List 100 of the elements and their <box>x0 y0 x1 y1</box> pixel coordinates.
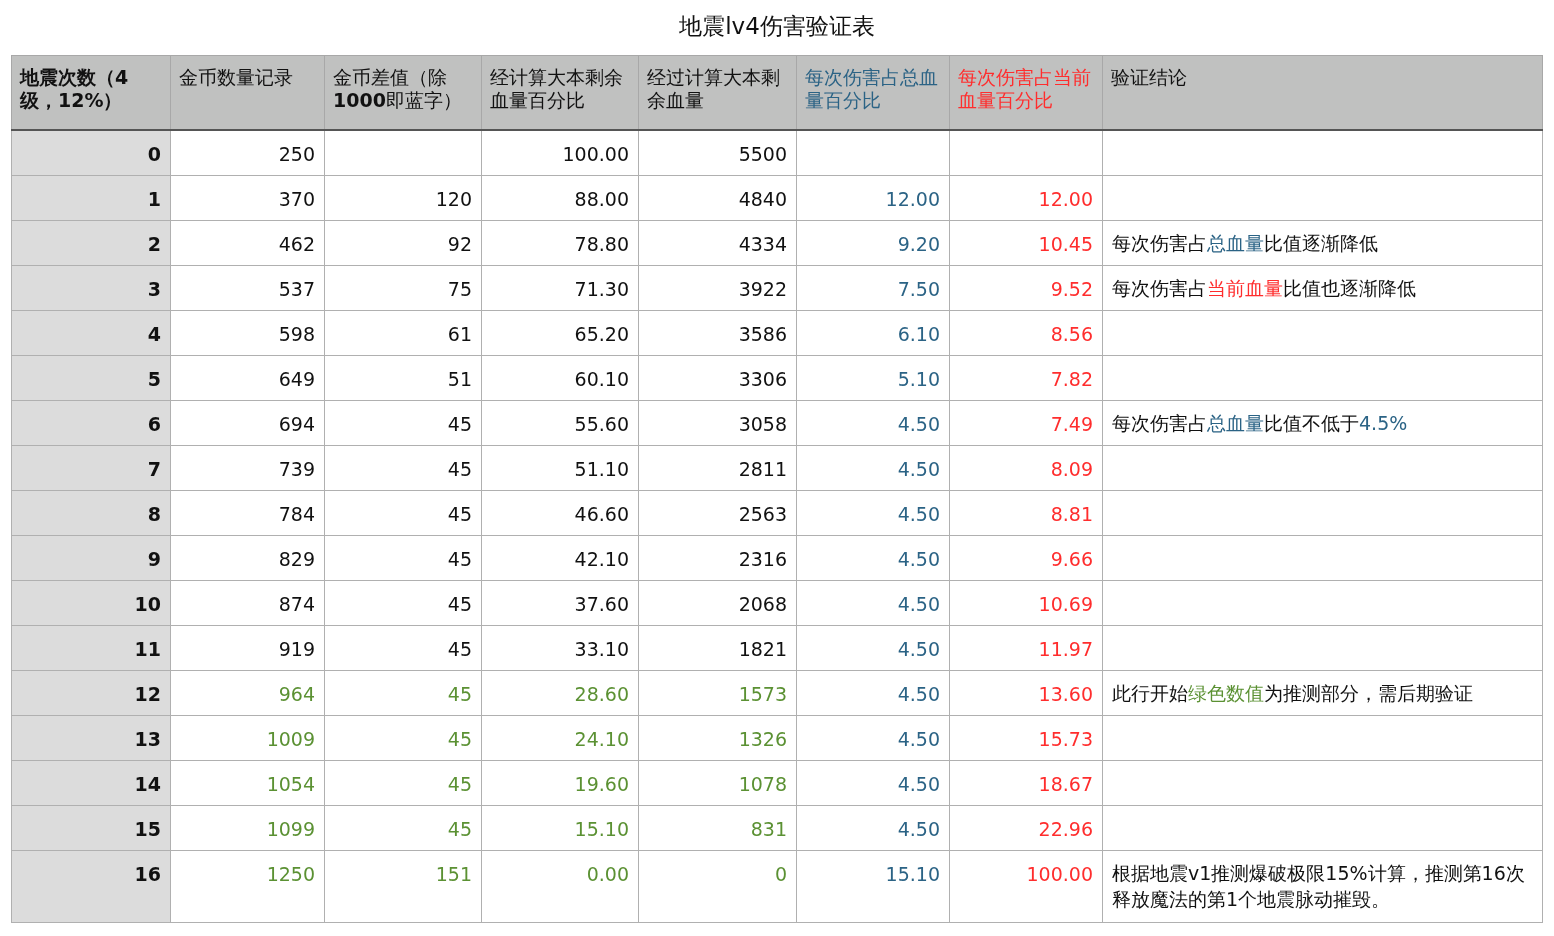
table-cell: 0.00 <box>481 850 639 922</box>
table-cell: 4.50 <box>796 670 950 715</box>
table-cell: 3058 <box>638 400 797 445</box>
table-cell: 2316 <box>638 535 797 580</box>
table-cell: 45 <box>324 490 482 535</box>
table-cell: 100.00 <box>481 130 639 175</box>
row-number: 15 <box>11 805 171 850</box>
table-cell: 4.50 <box>796 625 950 670</box>
table-cell: 120 <box>324 175 482 220</box>
table-cell: 1009 <box>170 715 325 760</box>
table-cell: 8.09 <box>949 445 1103 490</box>
table-cell: 19.60 <box>481 760 639 805</box>
table-cell: 2811 <box>638 445 797 490</box>
table-cell: 5.10 <box>796 355 950 400</box>
column-header: 每次伤害占当前血量百分比 <box>949 55 1103 130</box>
table-cell: 55.60 <box>481 400 639 445</box>
table-cell: 4.50 <box>796 535 950 580</box>
table-cell: 829 <box>170 535 325 580</box>
row-number: 7 <box>11 445 171 490</box>
table-cell: 15.10 <box>481 805 639 850</box>
table-cell: 13.60 <box>949 670 1103 715</box>
table-cell: 739 <box>170 445 325 490</box>
table-cell: 45 <box>324 670 482 715</box>
table-cell: 2068 <box>638 580 797 625</box>
table-cell: 1250 <box>170 850 325 922</box>
column-header: 经过计算大本剩余血量 <box>638 55 797 130</box>
table-title: 地震lv4伤害验证表 <box>678 12 876 41</box>
table-cell: 1078 <box>638 760 797 805</box>
table-cell: 45 <box>324 580 482 625</box>
table-cell: 28.60 <box>481 670 639 715</box>
table-cell: 2563 <box>638 490 797 535</box>
table-cell: 18.67 <box>949 760 1103 805</box>
column-header: 验证结论 <box>1102 55 1543 130</box>
table-cell: 92 <box>324 220 482 265</box>
table-cell: 370 <box>170 175 325 220</box>
conclusion-text: 此行开始绿色数值为推测部分，需后期验证 <box>1102 670 1543 715</box>
table-cell: 598 <box>170 310 325 355</box>
table-cell: 11.97 <box>949 625 1103 670</box>
table-cell: 7.50 <box>796 265 950 310</box>
row-number: 14 <box>11 760 171 805</box>
table-cell: 784 <box>170 490 325 535</box>
table-cell: 1821 <box>638 625 797 670</box>
table-cell: 0 <box>638 850 797 922</box>
table-cell: 22.96 <box>949 805 1103 850</box>
table-cell: 831 <box>638 805 797 850</box>
table-cell: 151 <box>324 850 482 922</box>
table-cell: 45 <box>324 805 482 850</box>
row-number: 13 <box>11 715 171 760</box>
row-number: 9 <box>11 535 171 580</box>
table-cell: 78.80 <box>481 220 639 265</box>
table-cell: 45 <box>324 715 482 760</box>
table-cell: 10.69 <box>949 580 1103 625</box>
table-cell: 51 <box>324 355 482 400</box>
table-cell: 8.56 <box>949 310 1103 355</box>
table-cell: 9.66 <box>949 535 1103 580</box>
table-cell: 3586 <box>638 310 797 355</box>
column-header: 金币数量记录 <box>170 55 325 130</box>
row-number: 10 <box>11 580 171 625</box>
column-header: 每次伤害占总血量百分比 <box>796 55 950 130</box>
table-cell: 61 <box>324 310 482 355</box>
table-cell: 33.10 <box>481 625 639 670</box>
row-number: 1 <box>11 175 171 220</box>
table-cell: 250 <box>170 130 325 175</box>
row-number: 3 <box>11 265 171 310</box>
table-cell: 71.30 <box>481 265 639 310</box>
table-cell: 6.10 <box>796 310 950 355</box>
table-cell: 12.00 <box>796 175 950 220</box>
row-number: 6 <box>11 400 171 445</box>
table-cell: 919 <box>170 625 325 670</box>
table-cell: 45 <box>324 625 482 670</box>
row-number: 16 <box>11 850 171 922</box>
table-cell: 100.00 <box>949 850 1103 922</box>
table-cell: 24.10 <box>481 715 639 760</box>
row-number: 11 <box>11 625 171 670</box>
table-cell: 4840 <box>638 175 797 220</box>
table-cell: 1573 <box>638 670 797 715</box>
table-cell: 4.50 <box>796 805 950 850</box>
table-cell: 537 <box>170 265 325 310</box>
table-cell: 15.73 <box>949 715 1103 760</box>
row-number: 0 <box>11 130 171 175</box>
table-cell: 694 <box>170 400 325 445</box>
table-cell: 45 <box>324 535 482 580</box>
table-cell: 1326 <box>638 715 797 760</box>
table-cell: 3306 <box>638 355 797 400</box>
table-cell: 75 <box>324 265 482 310</box>
table-cell: 46.60 <box>481 490 639 535</box>
table-cell: 4.50 <box>796 580 950 625</box>
table-cell: 964 <box>170 670 325 715</box>
row-number: 12 <box>11 670 171 715</box>
column-header: 地震次数（4级，12%） <box>11 55 171 130</box>
table-cell: 7.82 <box>949 355 1103 400</box>
row-number: 8 <box>11 490 171 535</box>
row-number: 5 <box>11 355 171 400</box>
conclusion-text: 每次伤害占总血量比值逐渐降低 <box>1102 220 1543 265</box>
table-cell: 874 <box>170 580 325 625</box>
column-header: 金币差值（除1000即蓝字） <box>324 55 482 130</box>
table-cell: 37.60 <box>481 580 639 625</box>
table-cell: 462 <box>170 220 325 265</box>
table-cell: 4.50 <box>796 715 950 760</box>
table-cell: 42.10 <box>481 535 639 580</box>
